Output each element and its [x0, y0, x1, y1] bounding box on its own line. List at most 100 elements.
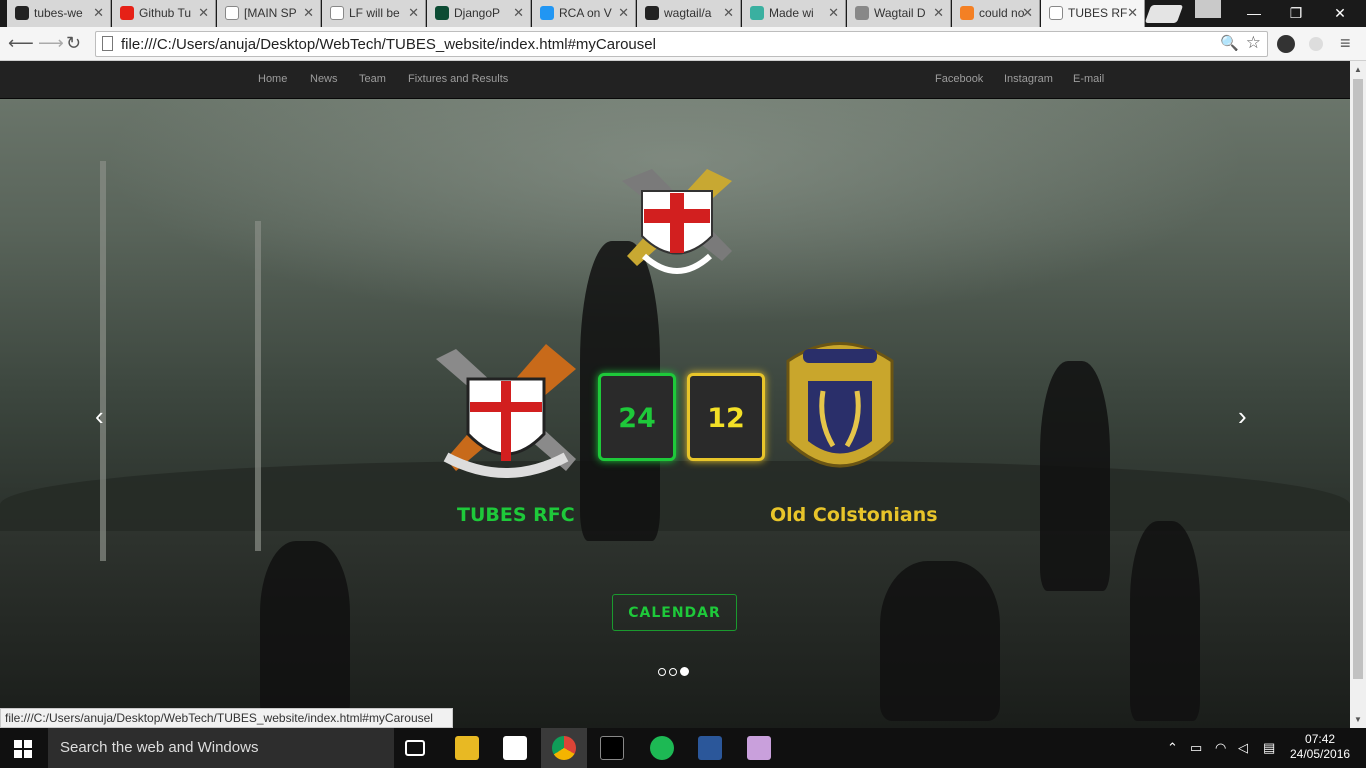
- carousel-indicator-active[interactable]: [680, 667, 689, 676]
- browser-tab[interactable]: RCA on V ✕: [532, 0, 636, 27]
- tab-label: wagtail/a: [664, 6, 712, 20]
- spotify-icon[interactable]: [650, 736, 674, 760]
- carousel-indicators: [658, 663, 692, 681]
- browser-toolbar: ⟵ ⟶ ↻ file:///C:/Users/anuja/Desktop/Web…: [0, 27, 1366, 61]
- battery-icon[interactable]: ▭: [1190, 740, 1202, 756]
- close-icon[interactable]: ✕: [723, 5, 734, 21]
- extension-icon[interactable]: [1277, 35, 1295, 53]
- reddit-icon: [225, 6, 239, 20]
- zoom-icon[interactable]: 🔍: [1220, 34, 1239, 52]
- browser-tab[interactable]: LF will be ✕: [322, 0, 426, 27]
- minimize-icon[interactable]: —: [1230, 0, 1278, 27]
- carousel-indicator[interactable]: [669, 668, 677, 676]
- bird-icon: [855, 6, 869, 20]
- close-window-icon[interactable]: ✕: [1316, 0, 1364, 27]
- volume-icon[interactable]: ◁: [1238, 740, 1248, 756]
- close-icon[interactable]: ✕: [933, 5, 944, 21]
- browser-tab-active[interactable]: TUBES RF ✕: [1041, 0, 1145, 27]
- close-icon[interactable]: ✕: [93, 5, 104, 21]
- clock-time: 07:42: [1305, 732, 1336, 746]
- old-colstonians-crest-logo: [786, 342, 894, 468]
- carousel-indicator[interactable]: [658, 668, 666, 676]
- browser-tab[interactable]: wagtail/a ✕: [637, 0, 741, 27]
- tab-label: RCA on V: [559, 6, 612, 20]
- close-icon[interactable]: ✕: [408, 5, 419, 21]
- close-icon[interactable]: ✕: [1022, 5, 1033, 21]
- page-icon: [102, 36, 113, 51]
- maximize-icon[interactable]: ❐: [1272, 0, 1320, 27]
- file-explorer-icon[interactable]: [455, 736, 479, 760]
- rugby-post: [255, 221, 261, 551]
- tab-label: tubes-we: [34, 6, 83, 20]
- carousel-next-icon[interactable]: ›: [1238, 401, 1247, 432]
- rugby-post: [100, 161, 106, 561]
- pause-icon: [540, 6, 554, 20]
- player-silhouette: [880, 561, 1000, 721]
- nav-home[interactable]: Home: [258, 73, 287, 85]
- windows-start-icon[interactable]: [14, 740, 32, 758]
- github-icon: [15, 6, 29, 20]
- browser-tab[interactable]: Wagtail D ✕: [847, 0, 951, 27]
- browser-tab[interactable]: could no ✕: [952, 0, 1040, 27]
- windows-taskbar: Search the web and Windows ⌃ ▭ ◠ ◁ ▤ 07:…: [0, 728, 1366, 768]
- away-score: 12: [687, 373, 765, 461]
- nav-email[interactable]: E-mail: [1073, 73, 1104, 85]
- calendar-button[interactable]: CALENDAR: [612, 594, 737, 631]
- scroll-up-icon[interactable]: ▲: [1354, 65, 1362, 74]
- tab-label: LF will be: [349, 6, 400, 20]
- forward-icon[interactable]: ⟶: [38, 33, 64, 54]
- action-center-icon[interactable]: ▤: [1263, 740, 1275, 756]
- scroll-down-icon[interactable]: ▼: [1354, 715, 1362, 724]
- chrome-icon[interactable]: [552, 736, 576, 760]
- nav-fixtures[interactable]: Fixtures and Results: [408, 73, 508, 85]
- tab-label: [MAIN SP: [244, 6, 297, 20]
- close-icon[interactable]: ✕: [303, 5, 314, 21]
- browser-tab[interactable]: DjangoP ✕: [427, 0, 531, 27]
- close-icon[interactable]: ✕: [1127, 5, 1138, 21]
- back-icon[interactable]: ⟵: [8, 33, 34, 54]
- tab-label: Made wi: [769, 6, 814, 20]
- django-icon: [435, 6, 449, 20]
- nav-instagram[interactable]: Instagram: [1004, 73, 1053, 85]
- menu-icon[interactable]: ≡: [1340, 33, 1351, 54]
- word-icon[interactable]: [698, 736, 722, 760]
- tab-label: TUBES RF: [1068, 6, 1128, 20]
- reload-icon[interactable]: ↻: [66, 33, 81, 54]
- store-icon[interactable]: [503, 736, 527, 760]
- close-icon[interactable]: ✕: [618, 5, 629, 21]
- club-crest-logo: [622, 169, 732, 274]
- player-silhouette: [1040, 361, 1110, 591]
- extension-icon[interactable]: [1309, 37, 1323, 51]
- status-bar: file:///C:/Users/anuja/Desktop/WebTech/T…: [0, 708, 453, 728]
- tab-label: Github Tu: [139, 6, 192, 20]
- close-icon[interactable]: ✕: [828, 5, 839, 21]
- nav-team[interactable]: Team: [359, 73, 386, 85]
- tab-label: DjangoP: [454, 6, 501, 20]
- browser-tab[interactable]: Made wi ✕: [742, 0, 846, 27]
- close-icon[interactable]: ✕: [198, 5, 209, 21]
- nav-news[interactable]: News: [310, 73, 338, 85]
- new-tab-button[interactable]: [1144, 5, 1184, 23]
- tray-chevron-icon[interactable]: ⌃: [1167, 740, 1178, 756]
- page-scrollbar[interactable]: ▲ ▼: [1350, 61, 1366, 728]
- taskbar-search[interactable]: Search the web and Windows: [48, 728, 394, 768]
- pen-icon: [750, 6, 764, 20]
- scrollbar-thumb[interactable]: [1353, 79, 1363, 679]
- browser-tab[interactable]: tubes-we ✕: [7, 0, 111, 27]
- bookmark-star-icon[interactable]: ☆: [1246, 33, 1261, 53]
- browser-tab[interactable]: Github Tu ✕: [112, 0, 216, 27]
- address-bar[interactable]: file:///C:/Users/anuja/Desktop/WebTech/T…: [95, 31, 1268, 57]
- wifi-icon[interactable]: ◠: [1215, 740, 1226, 756]
- nav-facebook[interactable]: Facebook: [935, 73, 983, 85]
- carousel-prev-icon[interactable]: ‹: [95, 401, 104, 432]
- paint-icon[interactable]: [747, 736, 771, 760]
- browser-tab[interactable]: [MAIN SP ✕: [217, 0, 321, 27]
- system-clock[interactable]: 07:42 24/05/2016: [1290, 732, 1350, 762]
- url-text[interactable]: file:///C:/Users/anuja/Desktop/WebTech/T…: [121, 36, 656, 53]
- profile-icon[interactable]: [1195, 0, 1221, 18]
- tab-label: Wagtail D: [874, 6, 926, 20]
- task-view-icon[interactable]: [405, 740, 425, 756]
- terminal-icon[interactable]: [600, 736, 624, 760]
- player-silhouette: [1130, 521, 1200, 721]
- close-icon[interactable]: ✕: [513, 5, 524, 21]
